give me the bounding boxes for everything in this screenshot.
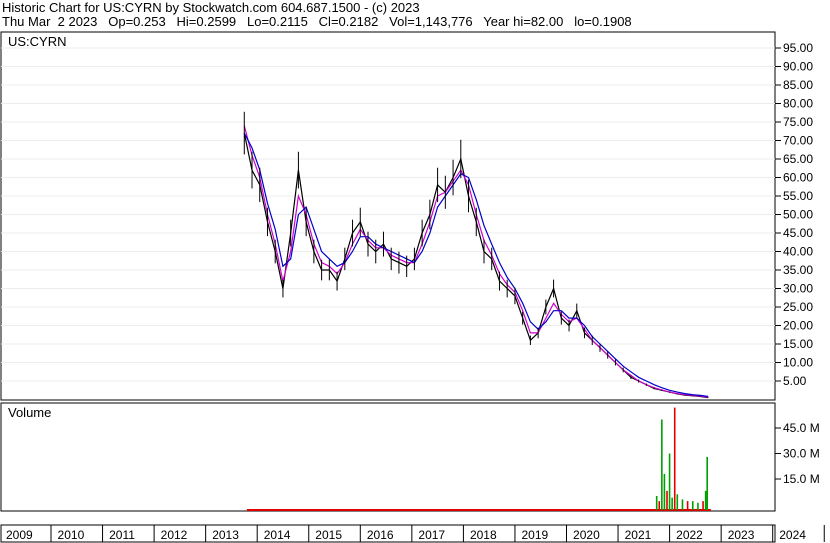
price-tick-label: 90.00 (783, 60, 813, 74)
price-tick-label: 15.00 (783, 337, 813, 351)
volume-bar (702, 501, 704, 510)
price-tick-label: 65.00 (783, 152, 813, 166)
price-panel-title: US:CYRN (8, 34, 67, 49)
volume-bar (671, 497, 673, 510)
year-tick-label: 2013 (212, 528, 239, 542)
volume-bar (673, 407, 676, 510)
price-tick-label: 95.00 (783, 41, 813, 55)
year-tick-label: 2015 (315, 528, 342, 542)
price-tick-label: 60.00 (783, 171, 813, 185)
volume-bar (706, 456, 709, 510)
year-tick-label: 2012 (161, 528, 188, 542)
year-tick-label: 2020 (573, 528, 600, 542)
year-tick-label: 2011 (109, 528, 135, 542)
year-tick-label: 2022 (676, 528, 703, 542)
year-tick-label: 2009 (6, 528, 33, 542)
volume-bar (661, 419, 663, 510)
price-tick-label: 30.00 (783, 282, 813, 296)
volume-bar (704, 490, 707, 510)
year-tick-label: 2021 (625, 528, 652, 542)
volume-bar (666, 490, 668, 510)
price-tick-label: 20.00 (783, 319, 813, 333)
volume-bar (681, 499, 684, 510)
price-tick-label: 40.00 (783, 245, 813, 259)
price-chart-svg: 95.00 90.00 85.00 80.00 75.00 70.00 65.00 60.00… (0, 31, 825, 543)
price-tick-label: 75.00 (783, 115, 813, 129)
price-tick-label: 25.00 (783, 300, 813, 314)
price-tick-label: 70.00 (783, 134, 813, 148)
price-tick-label: 45.00 (783, 226, 813, 240)
price-tick-label: 55.00 (783, 189, 813, 203)
price-tick-label: 5.00 (783, 374, 807, 388)
volume-tick-label: 15.0 M (783, 472, 820, 486)
price-axis: 95.00 90.00 85.00 80.00 75.00 70.00 65.00 60.00… (775, 41, 813, 388)
year-tick-label: 2019 (522, 528, 549, 542)
year-tick-label: 2010 (58, 528, 85, 542)
year-tick-label: 2014 (264, 528, 291, 542)
volume-panel-title: Volume (8, 405, 51, 420)
volume-bar (697, 502, 699, 510)
year-tick-label: 2018 (470, 528, 497, 542)
volume-bar (686, 501, 689, 510)
price-tick-label: 50.00 (783, 208, 813, 222)
price-tick-label: 85.00 (783, 78, 813, 92)
volume-bar (663, 473, 666, 510)
volume-bar (658, 501, 661, 510)
volume-bar (655, 496, 658, 510)
price-tick-label: 10.00 (783, 356, 813, 370)
volume-bar (676, 494, 679, 510)
year-tick-label: 2023 (728, 528, 755, 542)
year-tick-label: 2024 (779, 528, 806, 542)
year-tick-label: 2017 (418, 528, 445, 542)
volume-bar (668, 453, 671, 510)
volume-bar (691, 501, 694, 510)
price-tick-label: 35.00 (783, 263, 813, 277)
price-tick-label: 80.00 (783, 97, 813, 111)
volume-tick-label: 45.0 M (783, 421, 820, 435)
volume-tick-label: 30.0 M (783, 447, 820, 461)
year-tick-label: 2016 (367, 528, 394, 542)
price-panel-frame (0, 31, 776, 401)
volume-panel-frame (0, 402, 776, 512)
volume-axis: 45.0 M 30.0 M 15.0 M (775, 421, 820, 486)
